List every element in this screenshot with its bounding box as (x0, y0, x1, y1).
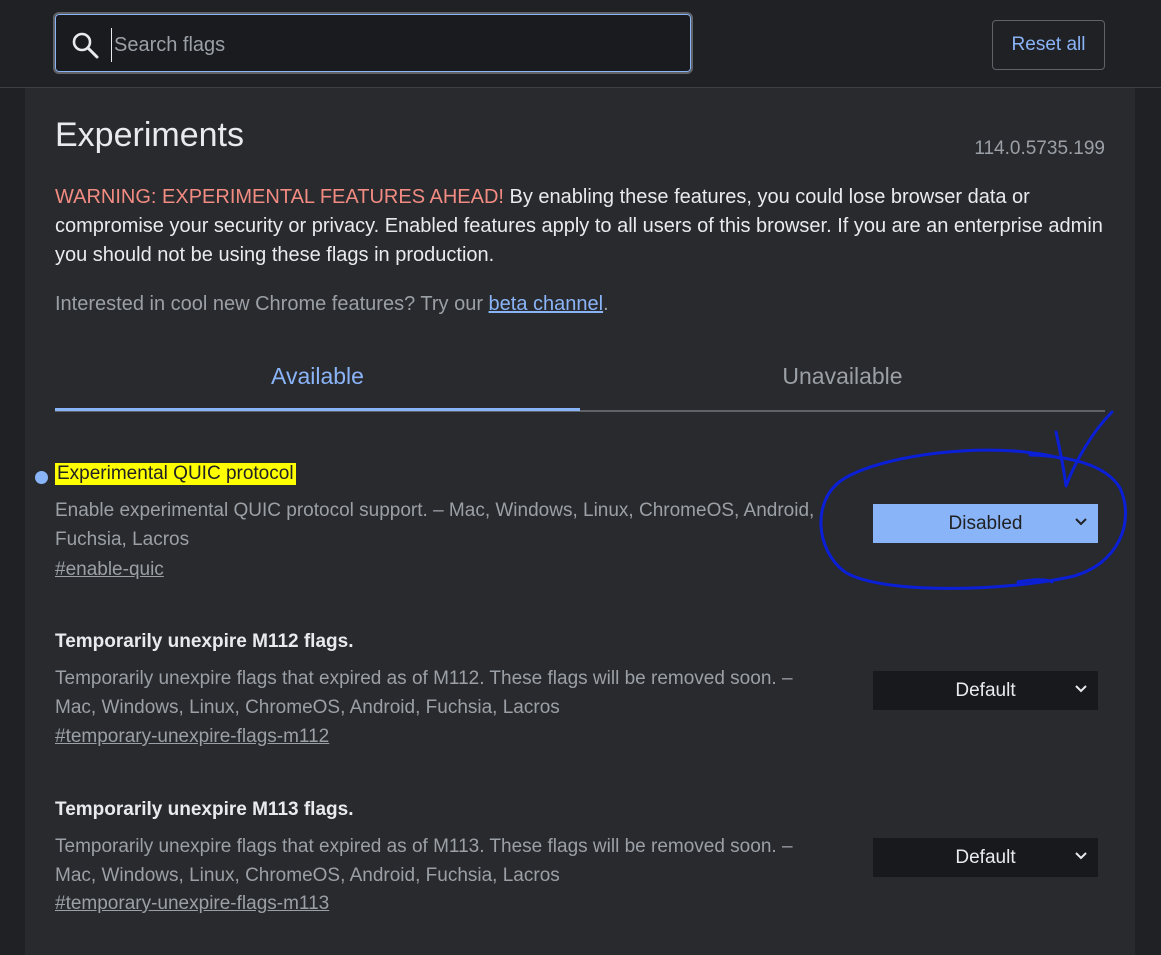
flag-state-value: Default (955, 847, 1016, 868)
flag-permalink[interactable]: #enable-quic (55, 559, 164, 581)
flag-description: Enable experimental QUIC protocol suppor… (55, 500, 815, 550)
flag-state-select[interactable]: Default (873, 671, 1098, 710)
chevron-down-icon (1075, 518, 1087, 526)
tab-unavailable[interactable]: Unavailable (580, 348, 1105, 408)
flag-title: Temporarily unexpire M112 flags. (55, 631, 354, 652)
flag-permalink[interactable]: #temporary-unexpire-flags-m112 (55, 726, 329, 748)
page-title: Experiments (55, 116, 244, 154)
flag-description: Temporarily unexpire flags that expired … (55, 836, 793, 886)
version-label: 114.0.5735.199 (974, 138, 1105, 159)
beta-promo-end: . (603, 293, 609, 315)
flag-title: Experimental QUIC protocol (55, 463, 296, 485)
warning-label: WARNING: EXPERIMENTAL FEATURES AHEAD! (55, 186, 504, 208)
modified-indicator (35, 471, 48, 484)
beta-promo-text: Interested in cool new Chrome features? … (55, 293, 489, 315)
header-bar: Reset all (0, 0, 1161, 88)
tab-available[interactable]: Available (55, 348, 580, 411)
search-box[interactable] (53, 12, 693, 74)
flag-state-select[interactable]: Disabled (873, 504, 1098, 543)
flag-title: Temporarily unexpire M113 flags. (55, 799, 354, 820)
flag-description: Temporarily unexpire flags that expired … (55, 668, 793, 718)
search-icon (72, 32, 99, 59)
flag-state-select[interactable]: Default (873, 838, 1098, 877)
warning-message: WARNING: EXPERIMENTAL FEATURES AHEAD! By… (55, 183, 1105, 270)
tab-bar: Available Unavailable (55, 348, 1105, 412)
reset-all-button[interactable]: Reset all (992, 20, 1105, 70)
beta-channel-link[interactable]: beta channel (489, 293, 604, 315)
chevron-down-icon (1075, 852, 1087, 860)
chevron-down-icon (1075, 685, 1087, 693)
experiments-panel: Experiments 114.0.5735.199 WARNING: EXPE… (25, 88, 1135, 955)
search-input[interactable] (111, 28, 676, 62)
flag-state-value: Disabled (948, 513, 1023, 534)
flag-state-value: Default (955, 680, 1016, 701)
beta-promo: Interested in cool new Chrome features? … (55, 293, 609, 316)
flag-permalink[interactable]: #temporary-unexpire-flags-m113 (55, 893, 329, 915)
